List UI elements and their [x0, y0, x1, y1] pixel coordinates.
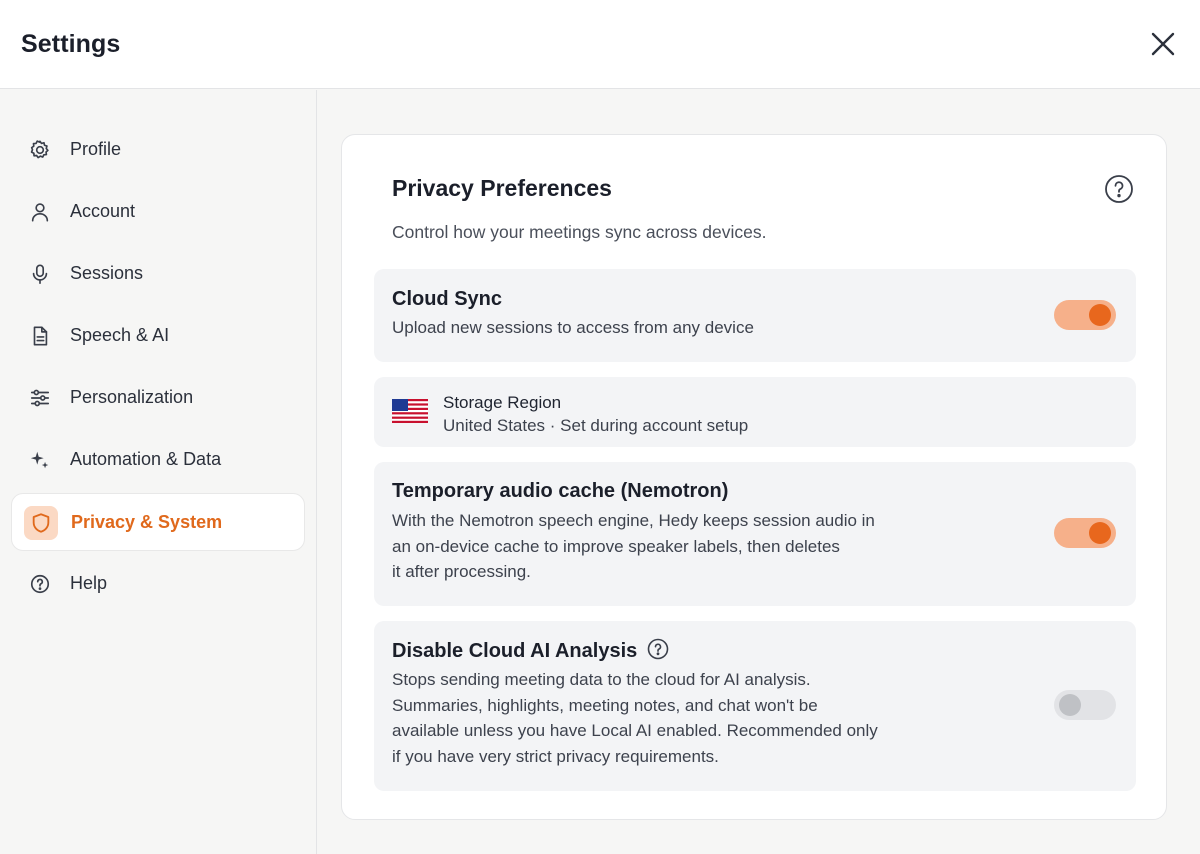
cloud-sync-title: Cloud Sync [392, 288, 503, 310]
toggle-knob [1089, 522, 1111, 544]
disable-cloud-ai-title-row: Disable Cloud AI Analysis [392, 638, 669, 663]
panel-help-button[interactable] [1104, 174, 1134, 204]
document-icon [28, 324, 52, 348]
close-button[interactable] [1146, 27, 1180, 61]
sidebar-item-label: Automation & Data [70, 449, 222, 469]
help-circle-icon[interactable] [647, 638, 669, 660]
disable-cloud-ai-description: Stops sending meeting data to the cloud … [392, 670, 878, 766]
help-circle-icon [1105, 175, 1133, 203]
panel-title: Privacy Preferences [392, 175, 612, 201]
sidebar-item-account[interactable]: Account [11, 183, 305, 241]
sidebar-item-profile[interactable]: Profile [11, 121, 305, 179]
us-flag-icon [392, 399, 428, 423]
sidebar-item-speech-ai[interactable]: Speech & AI [11, 307, 305, 365]
toggle-knob [1059, 694, 1081, 716]
sidebar-item-help[interactable]: Help [11, 555, 305, 613]
disable-cloud-ai-toggle[interactable] [1054, 690, 1116, 720]
user-icon [28, 200, 52, 224]
sidebar-item-label: Account [70, 201, 136, 221]
sparkle-icon [28, 448, 52, 472]
storage-region-label: Storage Region [443, 393, 562, 412]
disable-cloud-ai-card: Disable Cloud AI Analysis Stops sending … [374, 621, 1136, 791]
page-title: Settings [21, 30, 121, 58]
sidebar-item-label: Sessions [70, 263, 144, 283]
disable-cloud-ai-title: Disable Cloud AI Analysis [392, 640, 638, 662]
gear-icon [28, 138, 52, 162]
storage-region-value: United States · Set during account setup [443, 416, 749, 435]
sidebar-item-personalization[interactable]: Personalization [11, 369, 305, 427]
storage-region-card: Storage Region United States · Set durin… [374, 377, 1136, 447]
sidebar-item-label: Speech & AI [70, 325, 170, 345]
toggle-knob [1089, 304, 1111, 326]
cloud-sync-card: Cloud Sync Upload new sessions to access… [374, 269, 1136, 362]
audio-cache-card: Temporary audio cache (Nemotron) With th… [374, 462, 1136, 606]
sidebar-item-label: Privacy & System [71, 512, 223, 532]
sidebar-item-label: Personalization [70, 387, 194, 407]
sidebar-item-privacy-system[interactable]: Privacy & System [11, 493, 305, 551]
help-circle-icon [28, 572, 52, 596]
audio-cache-toggle[interactable] [1054, 518, 1116, 548]
close-icon [1151, 32, 1175, 56]
privacy-preferences-panel: Privacy Preferences Control how your mee… [341, 134, 1167, 820]
sliders-icon [28, 386, 52, 410]
sidebar-item-automation-data[interactable]: Automation & Data [11, 431, 305, 489]
sidebar-item-label: Help [70, 573, 108, 593]
audio-cache-title: Temporary audio cache (Nemotron) [392, 480, 729, 502]
shield-icon [29, 511, 53, 535]
cloud-sync-description: Upload new sessions to access from any d… [392, 318, 754, 337]
sidebar-item-sessions[interactable]: Sessions [11, 245, 305, 303]
settings-header: Settings [0, 0, 1200, 89]
audio-cache-description: With the Nemotron speech engine, Hedy ke… [392, 511, 875, 581]
microphone-icon [28, 262, 52, 286]
panel-subtitle: Control how your meetings sync across de… [392, 222, 767, 242]
cloud-sync-toggle[interactable] [1054, 300, 1116, 330]
sidebar-item-label: Profile [70, 139, 122, 159]
sidebar: Profile Account Sessions Speech & AI Per… [0, 90, 317, 854]
